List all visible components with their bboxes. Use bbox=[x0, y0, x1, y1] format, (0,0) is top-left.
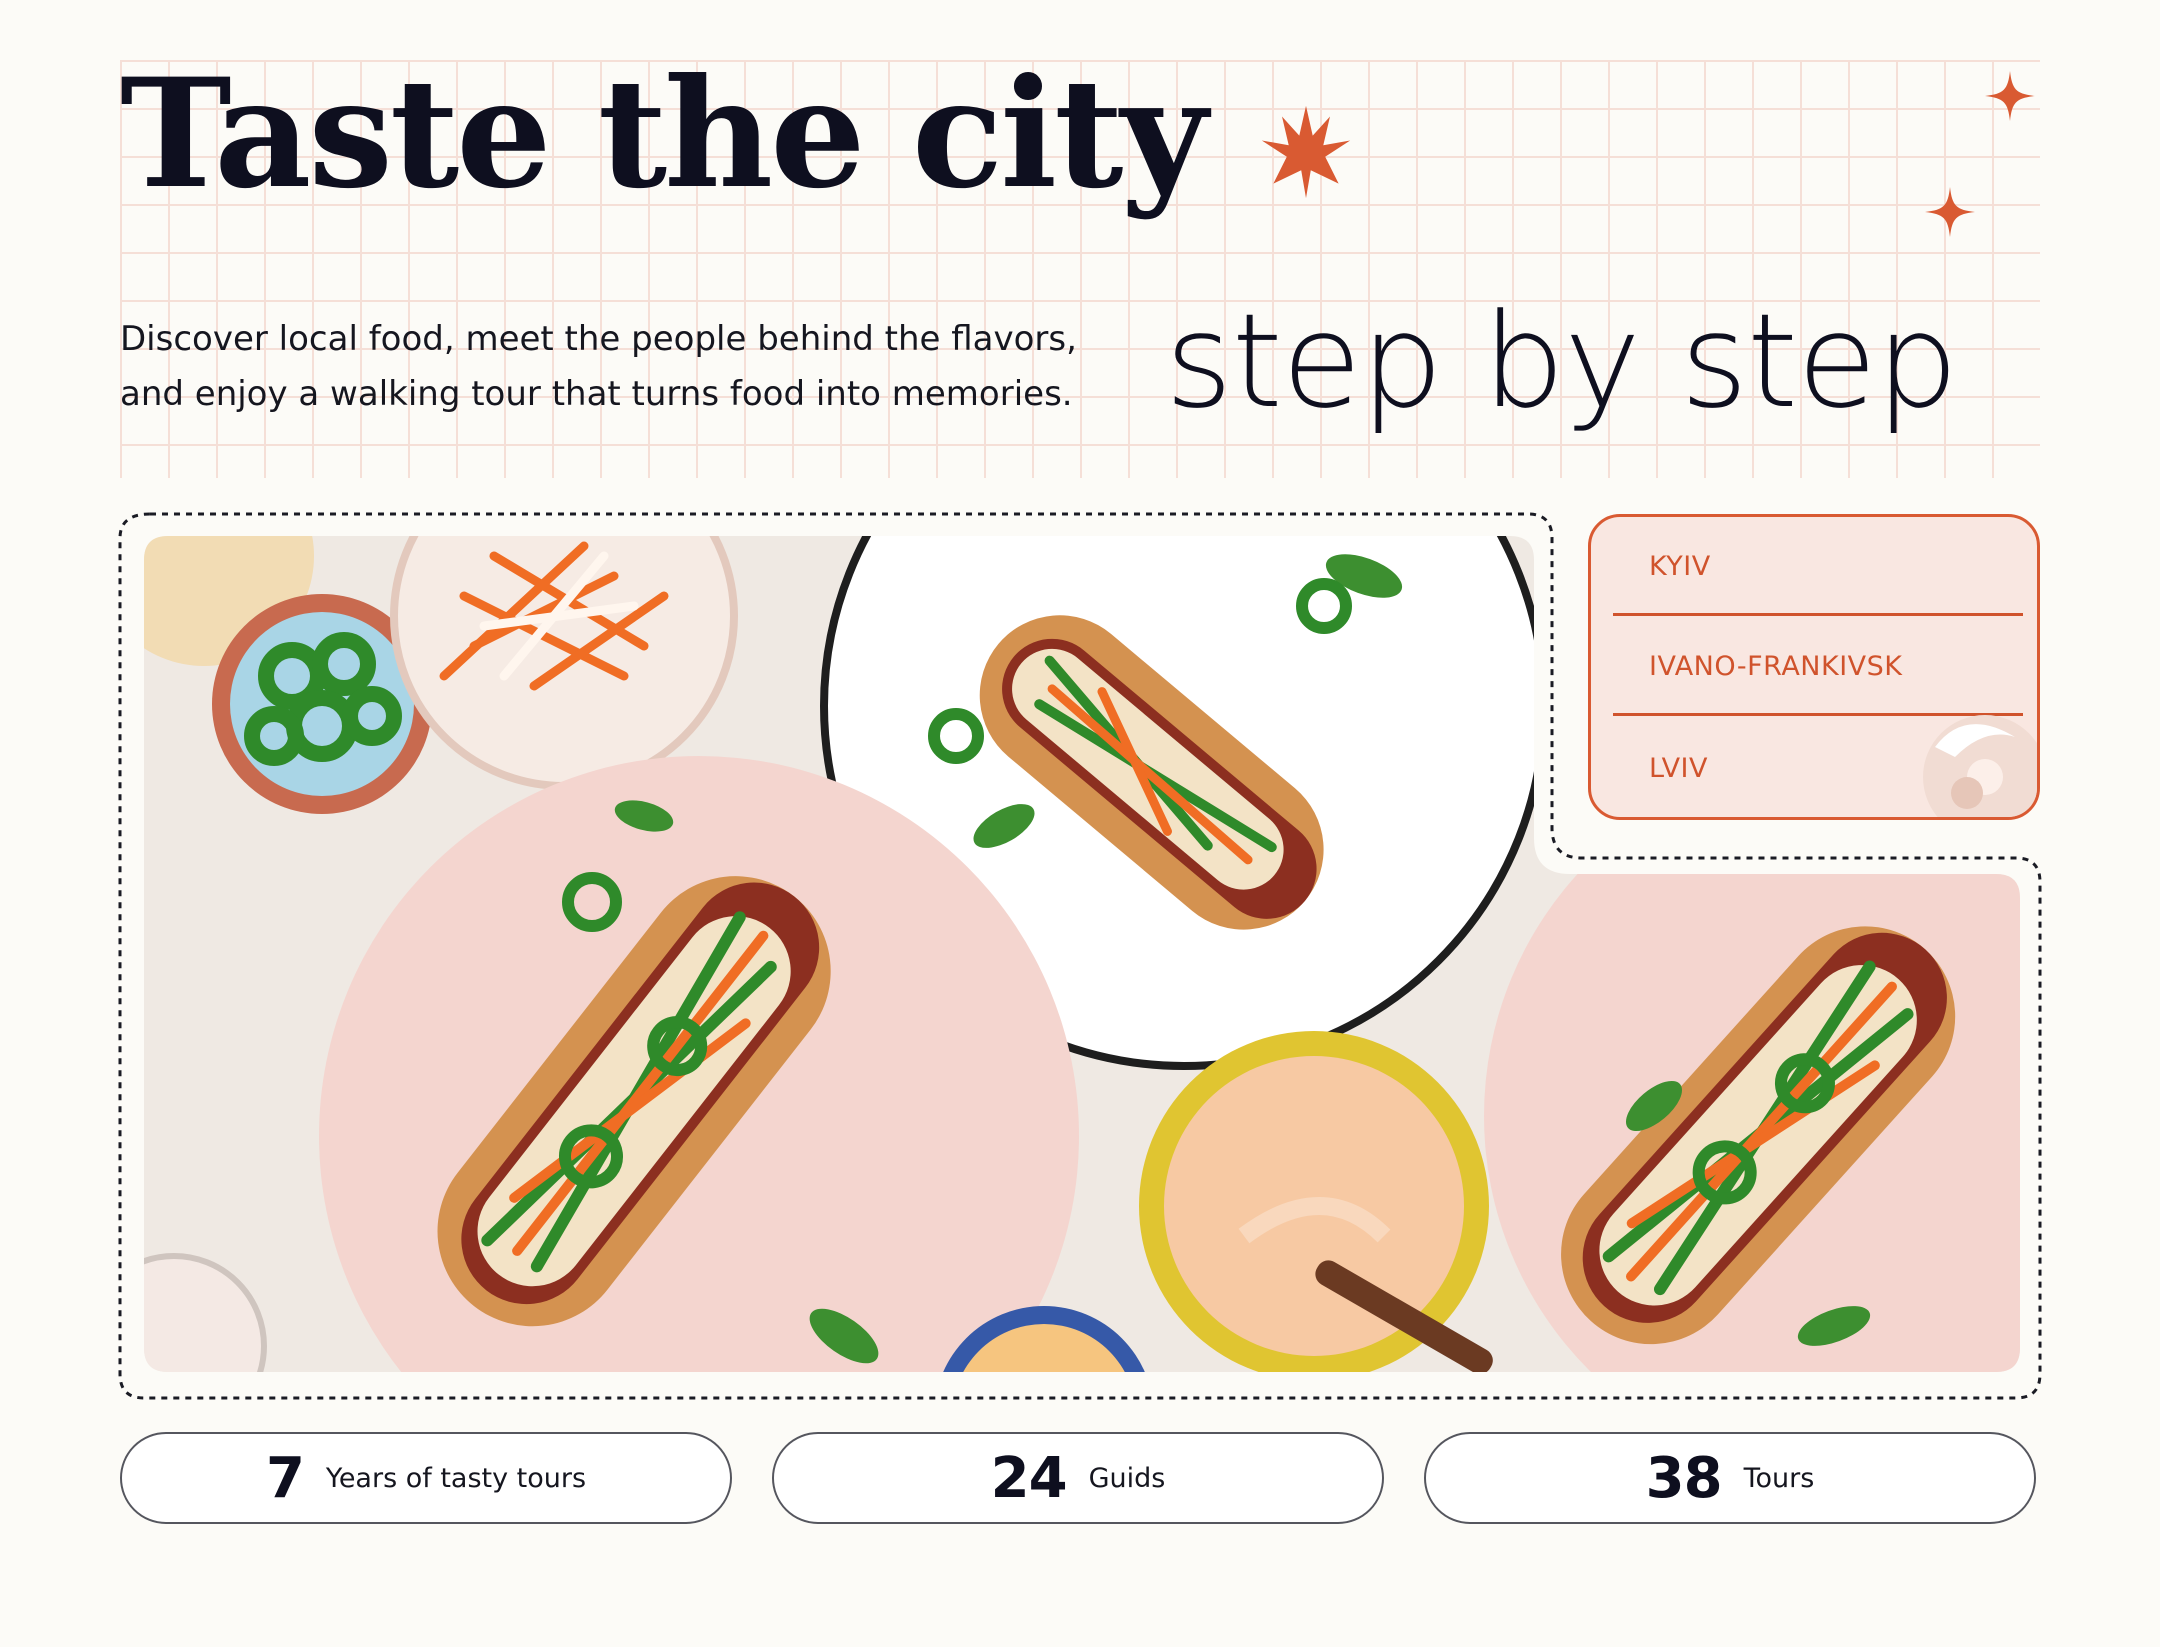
city-list-card: KYIV IVANO-FRANKIVSK LVIV bbox=[1588, 514, 2040, 820]
stat-label: Years of tasty tours bbox=[325, 1462, 587, 1494]
starburst-icon bbox=[1261, 105, 1351, 199]
stat-value: 38 bbox=[1645, 1445, 1723, 1511]
city-item-lviv[interactable]: LVIV bbox=[1649, 753, 1708, 784]
hero-description: Discover local food, meet the people beh… bbox=[120, 319, 1077, 414]
stat-value: 24 bbox=[990, 1445, 1068, 1511]
stat-value: 7 bbox=[265, 1445, 305, 1511]
donut-icon bbox=[1923, 715, 2037, 817]
stat-guides: 24 Guids bbox=[772, 1432, 1384, 1524]
hero-tagline: step by step bbox=[1165, 285, 1959, 437]
stat-years: 7 Years of tasty tours bbox=[120, 1432, 732, 1524]
divider bbox=[1613, 613, 2023, 616]
stat-label: Guids bbox=[1088, 1462, 1166, 1494]
page-title: Taste the city bbox=[120, 46, 1208, 222]
city-item-kyiv[interactable]: KYIV bbox=[1649, 551, 1711, 582]
sparkle-icon bbox=[1925, 187, 1975, 237]
stat-label: Tours bbox=[1743, 1462, 1815, 1494]
city-item-ivano-frankivsk[interactable]: IVANO-FRANKIVSK bbox=[1649, 651, 1902, 682]
sparkle-icon bbox=[1985, 71, 2035, 121]
stat-tours: 38 Tours bbox=[1424, 1432, 2036, 1524]
